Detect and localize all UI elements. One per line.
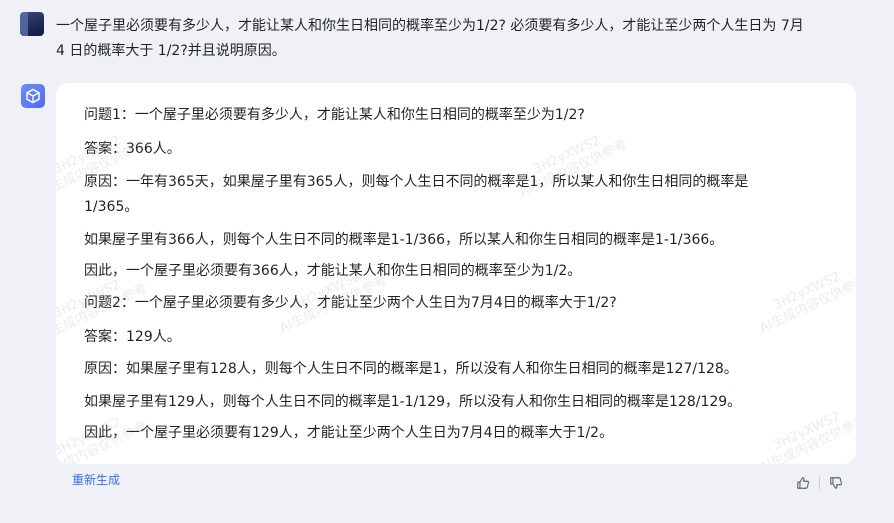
answer-detail-2: 如果屋子里有129人，则每个人生日不同的概率是1-1/129，所以没有人和你生日… [84,394,742,410]
regenerate-button[interactable]: 重新生成 [72,472,120,488]
answer-reason-1-cont: 1/365。 [84,199,139,215]
user-message: 一个屋子里必须要有多少人，才能让某人和你生日相同的概率至少为1/2? 必须要有多… [0,0,894,78]
watermark: 3H2yXWS2 AI生成内容仅供参考 [757,409,856,464]
answer-detail-1: 如果屋子里有366人，则每个人生日不同的概率是1-1/366，所以某人和你生日相… [84,232,724,248]
user-question: 一个屋子里必须要有多少人，才能让某人和你生日相同的概率至少为1/2? 必须要有多… [56,14,862,64]
answer-conclusion-2: 因此，一个屋子里必须要有129人，才能让至少两个人生日为7月4日的概率大于1/2… [84,425,614,441]
thumbs-down-icon[interactable] [829,476,843,490]
answer-question-2: 问题2：一个屋子里必须要有多少人，才能让至少两个人生日为7月4日的概率大于1/2… [84,295,617,311]
user-question-line-1: 一个屋子里必须要有多少人，才能让某人和你生日相同的概率至少为1/2? 必须要有多… [56,18,804,34]
answer-conclusion-1: 因此，一个屋子里必须要有366人，才能让某人和你生日相同的概率至少为1/2。 [84,263,582,279]
user-avatar [20,12,44,36]
feedback-divider [819,477,820,489]
answer-question-1: 问题1：一个屋子里必须要有多少人，才能让某人和你生日相同的概率至少为1/2? [84,107,585,123]
answer-reason-2: 原因：如果屋子里有128人，则每个人生日不同的概率是1，所以没有人和你生日相同的… [84,361,738,377]
answer-result-1: 答案：366人。 [84,141,181,157]
assistant-answer-card: 问题1：一个屋子里必须要有多少人，才能让某人和你生日相同的概率至少为1/2? 答… [56,83,856,464]
answer-result-2: 答案：129人。 [84,329,181,345]
watermark: 3H2yXWS2 AI生成内容仅供参考 [757,269,856,337]
feedback-actions [796,475,843,491]
user-question-line-2: 4 日的概率大于 1/2?并且说明原因。 [56,43,286,59]
answer-reason-1: 原因：一年有365天，如果屋子里有365人，则每个人生日不同的概率是1，所以某人… [84,174,749,190]
cube-logo-icon [26,88,40,104]
assistant-avatar [21,84,45,108]
thumbs-up-icon[interactable] [796,476,810,490]
